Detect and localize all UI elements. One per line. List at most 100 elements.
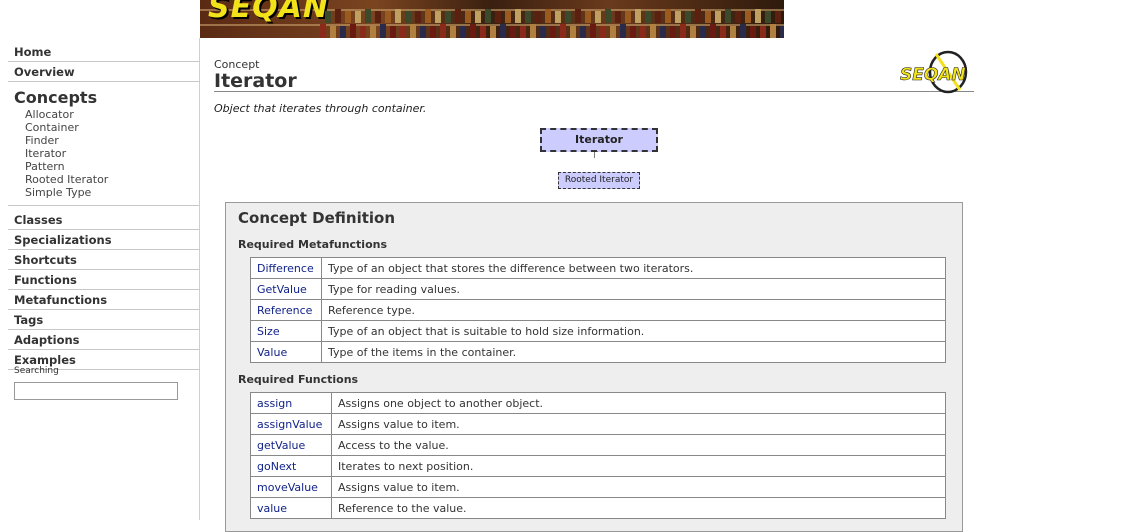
- table-row: Size Type of an object that is suitable t…: [250, 320, 946, 342]
- sidebar-item-classes[interactable]: Classes: [8, 210, 200, 230]
- banner-book-spine: [590, 24, 596, 38]
- banner-book-spine: [320, 24, 326, 38]
- sidebar-item-concepts[interactable]: Concepts: [14, 88, 199, 108]
- sidebar-item-shortcuts[interactable]: Shortcuts: [8, 250, 200, 270]
- sidebar-subitem-iterator[interactable]: Iterator: [25, 147, 199, 160]
- banner-book-spine: [530, 24, 536, 38]
- banner-book-spine: [645, 11, 651, 23]
- diagram-inheritance-arrow: ⊤: [590, 150, 599, 161]
- banner-book-spine: [625, 11, 631, 23]
- sidebar-subitem-simple-type[interactable]: Simple Type: [25, 186, 199, 199]
- seqan-logo: SEQAN: [900, 50, 968, 94]
- banner-book-spine: [725, 9, 731, 23]
- concept-definition-panel: Concept Definition Required Metafunction…: [225, 202, 963, 532]
- banner-book-spine: [500, 24, 506, 38]
- banner-book-spine: [580, 26, 586, 38]
- item-description: Type of the items in the container.: [321, 341, 946, 363]
- sidebar-item-metafunctions[interactable]: Metafunctions: [8, 290, 200, 310]
- sidebar-item-tags[interactable]: Tags: [8, 310, 200, 330]
- banner-book-spine: [535, 11, 541, 23]
- sidebar-item-overview[interactable]: Overview: [8, 62, 200, 82]
- diagram-node-iterator[interactable]: Iterator: [540, 128, 658, 152]
- banner-book-spine: [595, 11, 601, 23]
- item-description: Access to the value.: [331, 434, 946, 456]
- banner-book-spine: [705, 11, 711, 23]
- banner-book-spine: [370, 26, 376, 38]
- banner-book-spine: [730, 26, 736, 38]
- banner-book-spine: [780, 26, 784, 38]
- functions-table: assign Assigns one object to another obje…: [250, 392, 946, 519]
- banner-book-spine: [385, 11, 391, 23]
- banner-book-spine: [360, 26, 366, 38]
- sidebar-item-home[interactable]: Home: [8, 42, 200, 62]
- sidebar-subitem-allocator[interactable]: Allocator: [25, 108, 199, 121]
- banner-book-spine: [600, 26, 606, 38]
- table-row: value Reference to the value.: [250, 497, 946, 519]
- item-link[interactable]: moveValue: [250, 476, 332, 498]
- sidebar-subitem-rooted-iterator[interactable]: Rooted Iterator: [25, 173, 199, 186]
- sidebar-subitem-pattern[interactable]: Pattern: [25, 160, 199, 173]
- item-link[interactable]: Reference: [250, 299, 322, 321]
- sidebar-item-functions[interactable]: Functions: [8, 270, 200, 290]
- item-description: Reference to the value.: [331, 497, 946, 519]
- sidebar-subitem-finder[interactable]: Finder: [25, 134, 199, 147]
- banner-book-spine: [680, 24, 686, 38]
- banner-book-spine: [660, 26, 666, 38]
- banner-book-spine: [420, 26, 426, 38]
- item-description: Assigns value to item.: [331, 476, 946, 498]
- banner-book-spine: [520, 26, 526, 38]
- banner-book-spine: [720, 26, 726, 38]
- item-link[interactable]: getValue: [250, 434, 332, 456]
- banner-book-spine: [760, 26, 766, 38]
- item-link[interactable]: assign: [250, 392, 332, 414]
- banner-book-spine: [690, 26, 696, 38]
- banner-book-spine: [510, 26, 516, 38]
- table-row: Value Type of the items in the container.: [250, 341, 946, 363]
- sidebar-concepts-group: Concepts Allocator Container Finder Iter…: [8, 88, 199, 206]
- banner-book-spine: [470, 24, 476, 38]
- banner-book-spine: [375, 11, 381, 23]
- item-link[interactable]: assignValue: [250, 413, 332, 435]
- banner-book-spine: [495, 11, 501, 23]
- banner-book-spine: [565, 11, 571, 23]
- banner-book-spine: [455, 9, 461, 23]
- item-link[interactable]: GetValue: [250, 278, 322, 300]
- table-row: assign Assigns one object to another obje…: [250, 392, 946, 414]
- table-row: Difference Type of an object that stores …: [250, 257, 946, 279]
- banner-book-spine: [415, 11, 421, 23]
- banner-book-spine: [325, 11, 331, 23]
- sidebar-item-specializations[interactable]: Specializations: [8, 230, 200, 250]
- banner-book-spine: [505, 11, 511, 23]
- search-input[interactable]: [14, 382, 178, 400]
- banner-book-spine: [775, 11, 781, 23]
- table-row: GetValue Type for reading values.: [250, 278, 946, 300]
- sidebar-subitem-container[interactable]: Container: [25, 121, 199, 134]
- item-description: Assigns value to item.: [331, 413, 946, 435]
- banner-logo: SEQAN: [208, 0, 329, 25]
- item-link[interactable]: value: [250, 497, 332, 519]
- page-title: Iterator: [214, 70, 297, 92]
- diagram-node-rooted-iterator[interactable]: Rooted Iterator: [558, 172, 640, 189]
- item-link[interactable]: goNext: [250, 455, 332, 477]
- sidebar-item-adaptions[interactable]: Adaptions: [8, 330, 200, 350]
- banner-book-spine: [490, 26, 496, 38]
- banner-book-spine: [425, 9, 431, 23]
- banner-book-spine: [745, 11, 751, 23]
- banner-book-spine: [355, 11, 361, 23]
- item-link[interactable]: Value: [250, 341, 322, 363]
- banner-book-spine: [585, 11, 591, 23]
- banner-book-spine: [755, 9, 761, 23]
- item-link[interactable]: Size: [250, 320, 322, 342]
- banner-book-spine: [635, 9, 641, 23]
- banner-book-spine: [610, 26, 616, 38]
- table-row: getValue Access to the value.: [250, 434, 946, 456]
- banner-book-spine: [740, 24, 746, 38]
- item-description: Iterates to next position.: [331, 455, 946, 477]
- item-link[interactable]: Difference: [250, 257, 322, 279]
- banner-book-spine: [620, 24, 626, 38]
- banner-book-spine: [560, 24, 566, 38]
- banner-book-spine: [390, 26, 396, 38]
- banner-book-spine: [395, 9, 401, 23]
- banner-book-spine: [735, 11, 741, 23]
- banner-book-spine: [540, 26, 546, 38]
